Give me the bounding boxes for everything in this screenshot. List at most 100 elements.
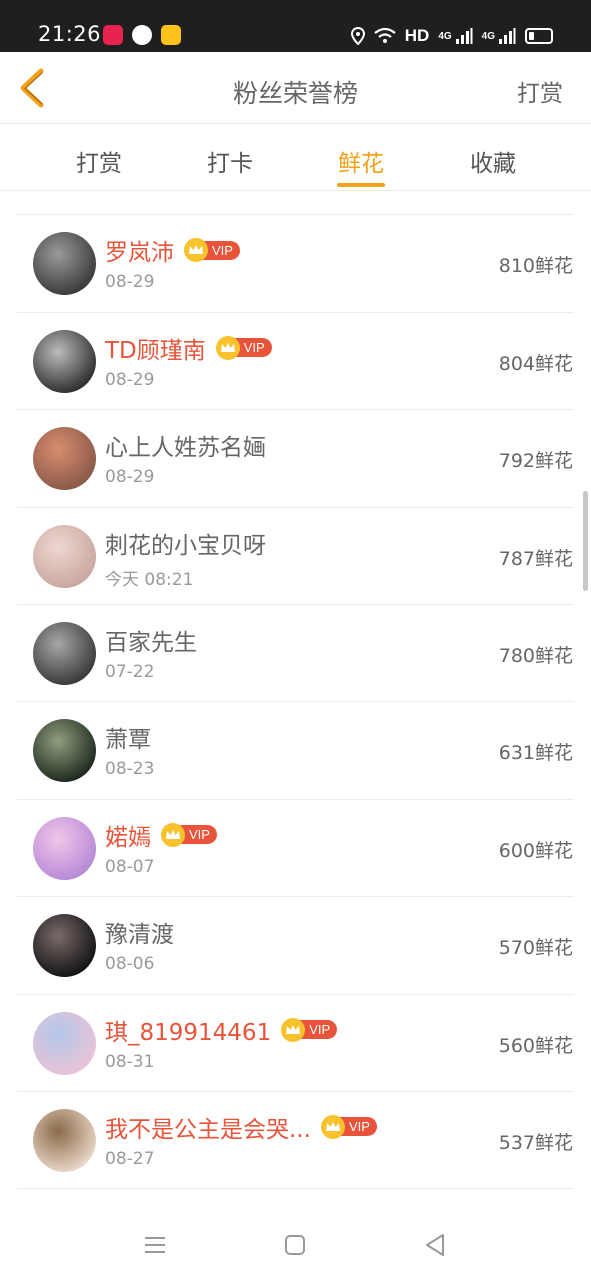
fan-list-item[interactable]: 萧覃 08-23 631鲜花 [17,702,574,800]
crown-icon [215,335,240,360]
fan-date: 08-06 [105,954,155,975]
scrollbar[interactable] [583,491,588,591]
flower-count: 570鲜花 [498,937,573,960]
fan-date: 08-29 [105,272,155,293]
crown-icon [281,1017,306,1042]
smiley-avatar-icon[interactable] [33,191,96,198]
flower-count: 792鲜花 [498,450,573,473]
name-line: 婼嫣 VIP [105,818,217,852]
fan-list-item[interactable]: 罗岚沛 VIP 08-29 810鲜花 [17,215,574,313]
name-line: 百家先生 [105,623,197,657]
fan-name[interactable]: 婼嫣 [105,818,151,852]
fan-ranking-list[interactable]: 走了走了_0294603...VIP08-30823鲜花罗岚沛 VIP 08-29 8… [0,191,591,1208]
name-line: TD顾瑾南 VIP [105,331,272,365]
location-icon [350,27,365,45]
user-avatar[interactable] [33,1011,96,1075]
user-avatar[interactable] [33,1108,96,1172]
fan-name[interactable]: TD顾瑾南 [105,331,206,365]
fan-name[interactable]: 琪_819914461 [105,1013,271,1047]
system-nav-bar [0,1208,591,1280]
vip-badge: VIP [281,1017,338,1042]
signal-label-1: 4G [438,30,452,42]
status-indicators: HD 4G 4G [350,22,553,50]
fan-name[interactable]: 我不是公主是会哭... [105,1110,311,1144]
flower-count: 787鲜花 [498,547,573,570]
flower-count: 537鲜花 [498,1131,573,1154]
wifi-icon [374,28,396,43]
fan-list-item[interactable]: 琪_819914461 VIP 08-31 560鲜花 [17,995,574,1092]
user-avatar[interactable] [33,427,96,491]
crown-icon [320,1114,345,1139]
title-bar: 粉丝荣誉榜 打赏 [0,52,591,124]
tab-flowers[interactable]: 鲜花 [301,144,421,178]
reward-button[interactable]: 打赏 [517,74,563,108]
video-app-icon [103,25,123,45]
flower-count: 810鲜花 [498,255,573,278]
flower-count: 804鲜花 [498,352,573,375]
flower-count: 600鲜花 [498,839,573,862]
fan-date: 07-22 [105,661,155,682]
user-avatar[interactable] [33,621,96,685]
fan-list-item[interactable]: 刺花的小宝贝呀今天 08:21 787鲜花 [17,508,574,605]
network-label: HD [404,26,430,45]
vip-badge: VIP [320,1114,377,1139]
menu-icon[interactable] [140,1230,170,1260]
tab-reward[interactable]: 打赏 [39,144,159,178]
fan-list-item[interactable]: 我不是公主是会哭... VIP 08-27 537鲜花 [17,1092,574,1190]
fan-list-item[interactable]: 婼嫣 VIP 08-07 600鲜花 [17,800,574,898]
vip-badge: VIP [184,238,240,263]
flower-count: 631鲜花 [498,742,573,765]
signal-icon [499,28,516,44]
fan-date: 08-29 [105,467,155,488]
fan-date: 08-07 [105,856,155,877]
vip-badge: VIP [215,335,272,360]
fan-list-item[interactable]: TD顾瑾南 VIP 08-29 804鲜花 [17,313,574,411]
fan-date: 08-23 [105,759,155,780]
fan-date: 今天 08:21 [105,569,194,590]
fan-list-item[interactable]: 心上人姓苏名婳 08-29 792鲜花 [17,410,574,508]
name-line: 萧覃 [105,720,151,754]
fan-name[interactable]: 心上人姓苏名婳 [105,428,266,462]
signal-label-2: 4G [481,30,495,42]
flower-count: 560鲜花 [498,1034,573,1057]
tab-favorites[interactable]: 收藏 [433,144,553,178]
name-line: 豫清渡 [105,915,174,949]
name-line: 刺花的小宝贝呀 [105,526,266,560]
fan-date: 08-27 [105,1148,155,1169]
fan-name[interactable]: 萧覃 [105,720,151,754]
user-avatar[interactable] [33,719,96,783]
signal-icon [455,28,473,44]
flower-count: 780鲜花 [498,644,573,667]
active-tab-indicator [337,183,385,187]
back-triangle-icon[interactable] [420,1230,450,1260]
name-line: 琪_819914461 VIP [105,1013,338,1047]
fan-name[interactable]: 豫清渡 [105,915,174,949]
fan-list-item[interactable]: 走了走了_0294603...VIP08-30823鲜花 [17,191,574,216]
page-title: 粉丝荣誉榜 [232,79,358,108]
tree-app-icon [161,25,181,45]
user-avatar[interactable] [33,329,96,393]
vip-badge: VIP [161,822,217,847]
fan-date: 08-30 [105,191,154,195]
status-bar: 21:26 HD 4G 4G [0,0,591,52]
crown-icon [161,822,185,847]
user-avatar[interactable] [33,816,96,880]
user-avatar[interactable] [33,232,96,296]
fan-date: 08-29 [105,369,155,390]
name-line: 罗岚沛 VIP [105,233,240,267]
user-avatar[interactable] [33,524,96,588]
user-avatar[interactable] [33,914,96,978]
play-app-icon [132,25,152,45]
home-icon[interactable] [280,1230,310,1260]
fan-list-item[interactable]: 豫清渡 08-06 570鲜花 [17,897,574,995]
name-line: 心上人姓苏名婳 [105,428,266,462]
name-line: 我不是公主是会哭... VIP [105,1110,377,1144]
status-time: 21:26 [38,22,102,46]
tab-bar: 打赏 打卡 鲜花 收藏 [0,124,591,191]
fan-list-item[interactable]: 百家先生 07-22 780鲜花 [17,605,574,703]
fan-name[interactable]: 刺花的小宝贝呀 [105,526,266,560]
tab-checkin[interactable]: 打卡 [170,144,290,178]
fan-date: 08-31 [105,1051,155,1072]
fan-name[interactable]: 百家先生 [105,623,197,657]
fan-name[interactable]: 罗岚沛 [105,233,174,267]
